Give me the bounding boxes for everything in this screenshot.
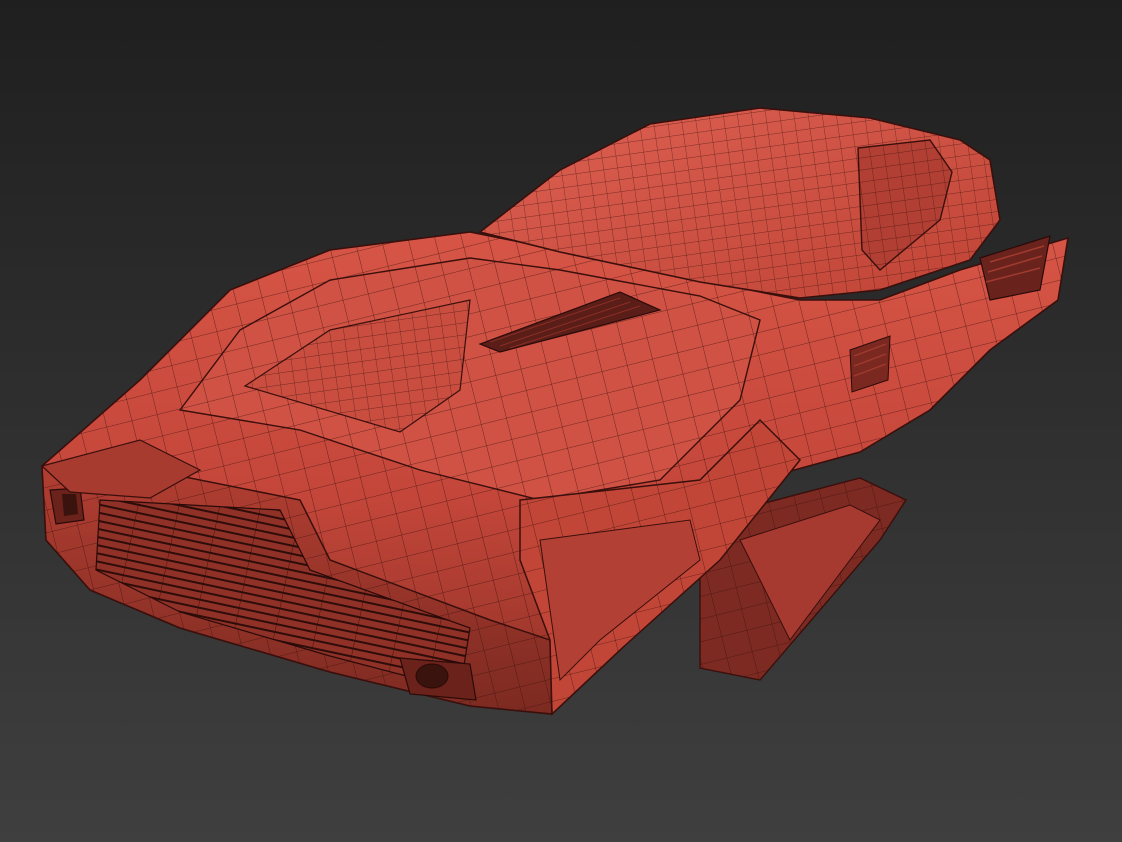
car-model-render[interactable] <box>0 0 1122 842</box>
3d-viewport[interactable] <box>0 0 1122 842</box>
